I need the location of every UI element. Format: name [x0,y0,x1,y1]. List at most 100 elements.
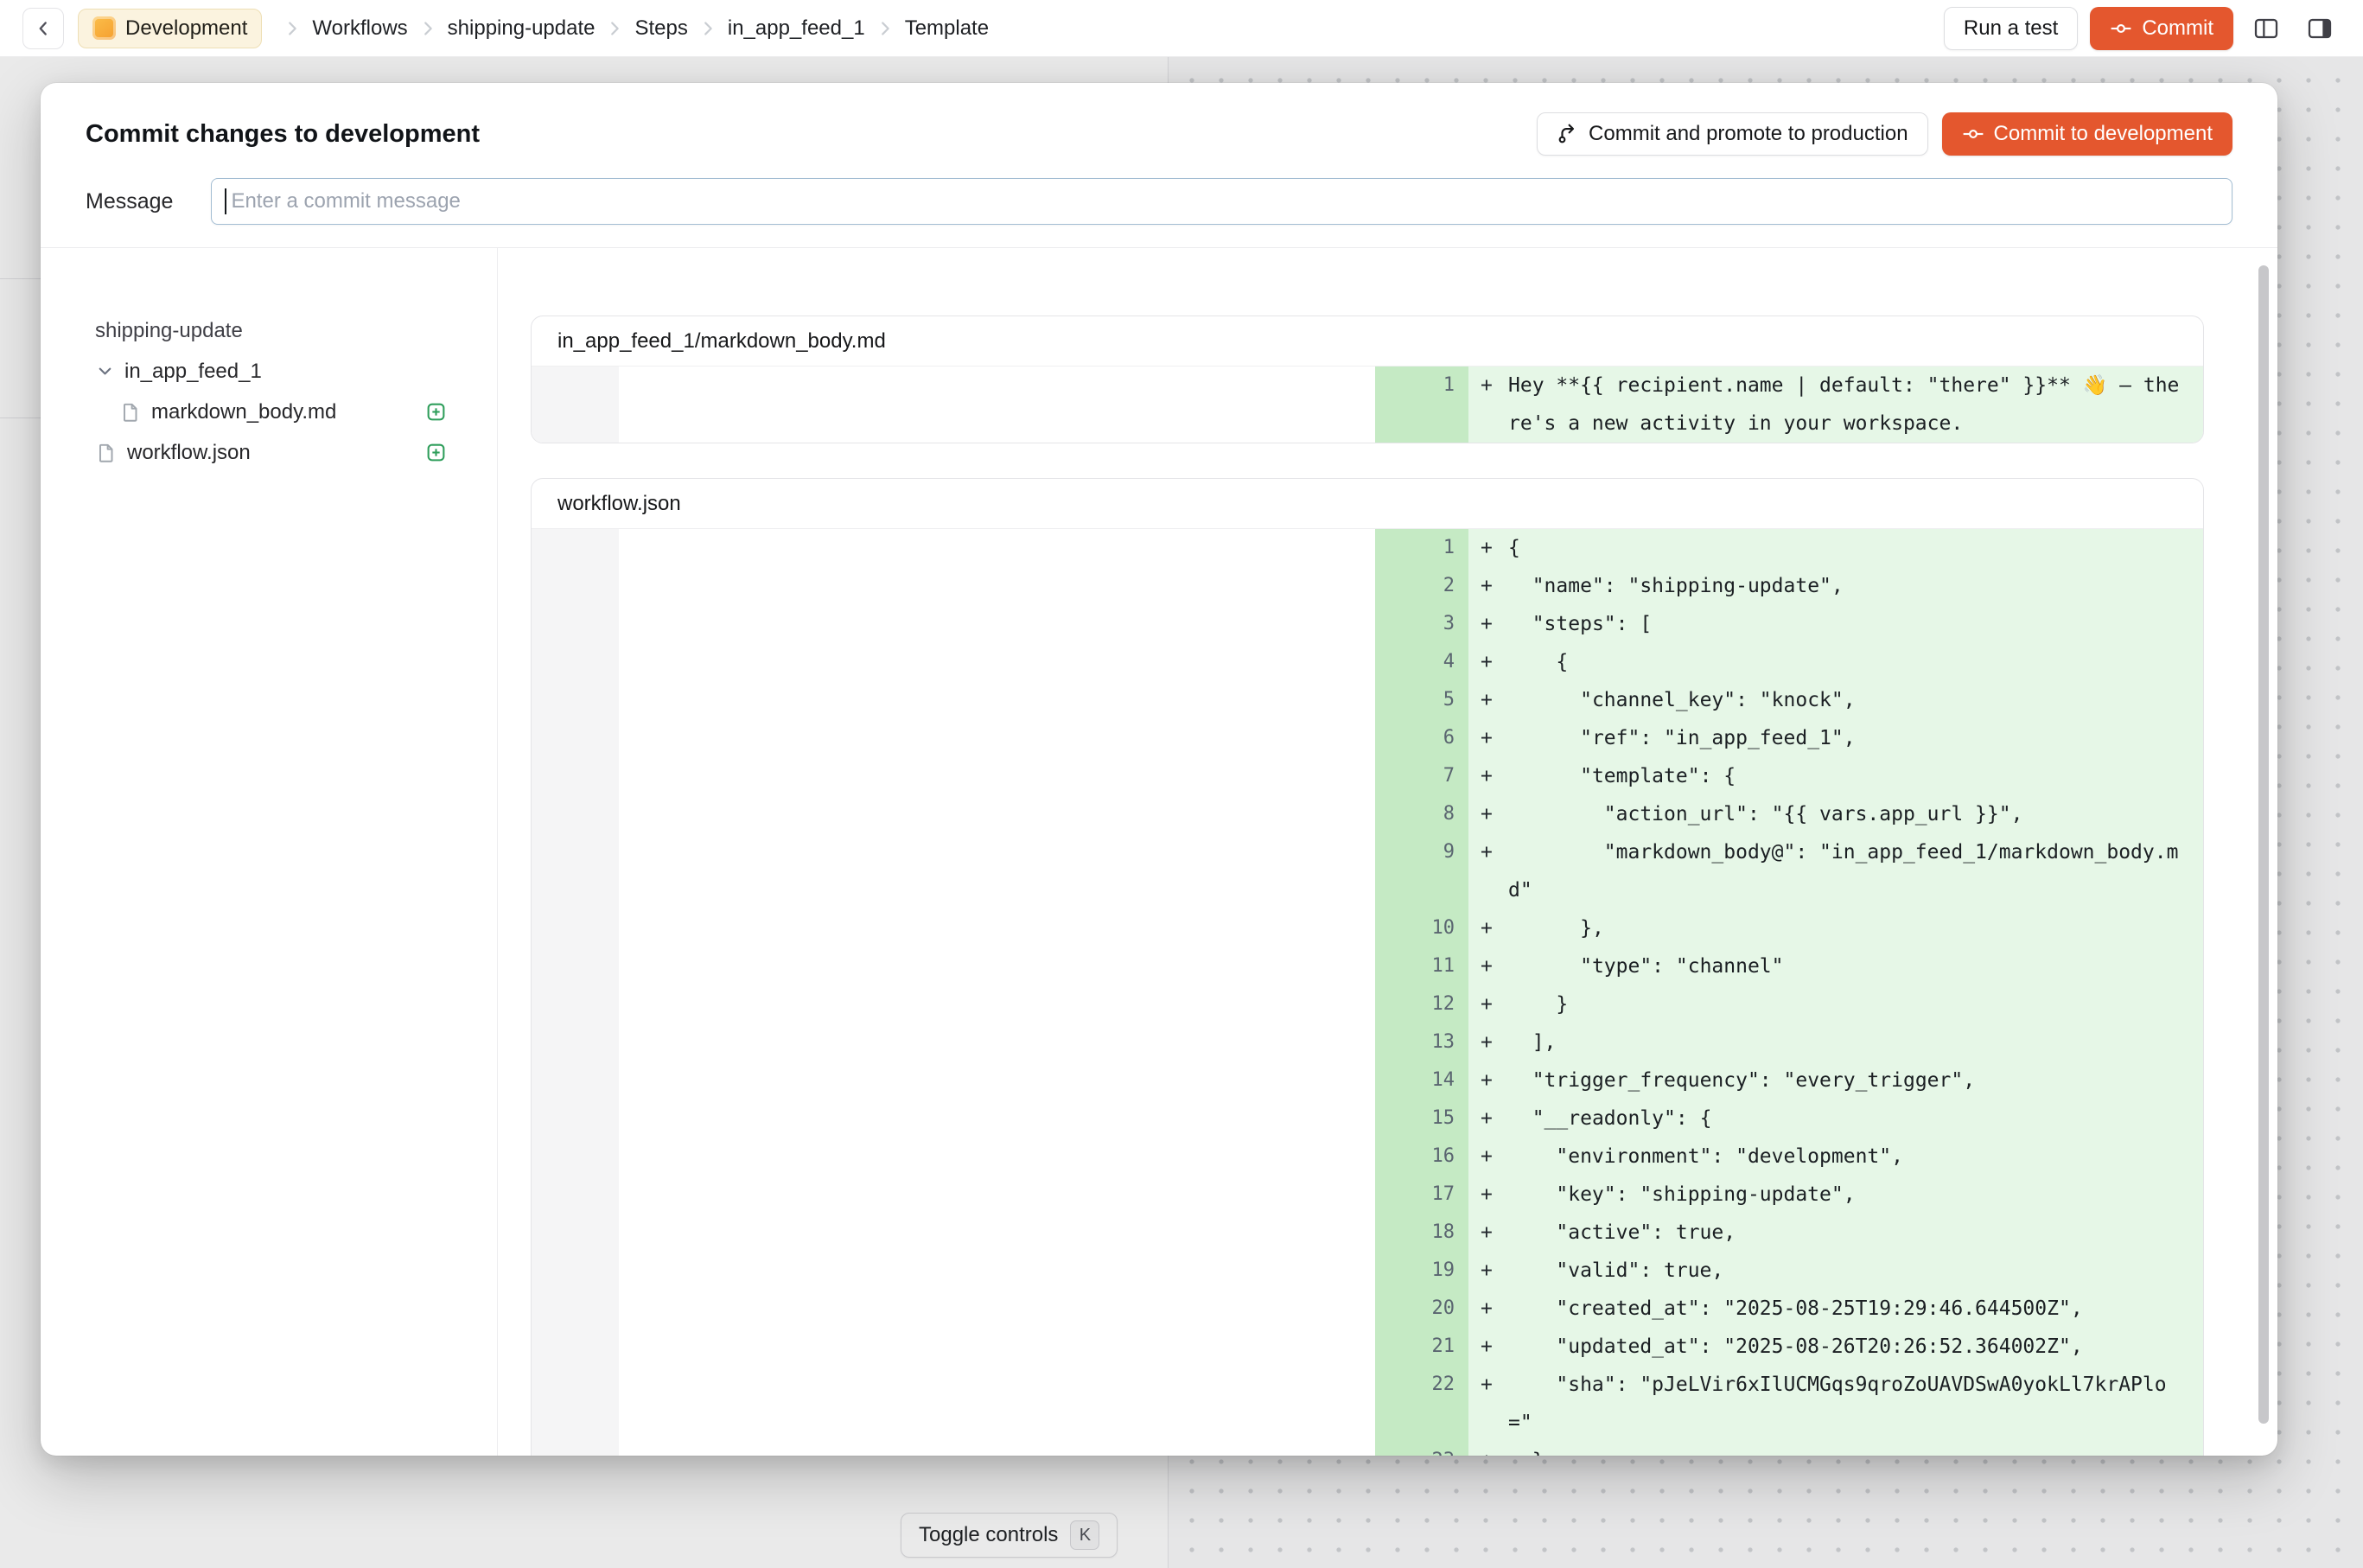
line-number: 14 [1375,1061,1468,1100]
commit-development-label: Commit to development [1994,122,2213,146]
breadcrumb-item[interactable]: Steps [634,16,687,41]
text-caret [225,188,226,214]
old-code-cell [619,605,1375,643]
old-code-cell [619,1328,1375,1366]
old-code-cell [619,1366,1375,1442]
added-code-cell: + } [1468,1442,2203,1456]
tree-root-workflow: shipping-update [95,310,447,351]
commit-message-input[interactable] [211,178,2232,225]
old-code-cell [619,567,1375,605]
line-number: 22 [1375,1366,1468,1442]
added-code-cell: + "trigger_frequency": "every_trigger", [1468,1061,2203,1100]
diff-row: 23+ } [532,1442,2203,1456]
commit-development-button[interactable]: Commit to development [1942,112,2232,156]
diff-code: { [1508,643,2203,681]
commit-button[interactable]: Commit [2090,7,2233,50]
added-code-cell: + "key": "shipping-update", [1468,1176,2203,1214]
diff-sign: + [1468,985,1508,1023]
line-number: 18 [1375,1214,1468,1252]
diff-code: "action_url": "{{ vars.app_url }}", [1508,795,2203,833]
panel-right-toggle[interactable] [2299,8,2341,49]
diff-file-card: workflow.json1+{2+ "name": "shipping-upd… [531,478,2204,1456]
old-line-gutter [532,833,619,909]
panel-left-toggle[interactable] [2245,8,2287,49]
file-icon [119,401,142,424]
back-button[interactable] [22,8,64,49]
diff-added-icon [425,401,447,423]
line-number: 1 [1375,529,1468,567]
diff-sign: + [1468,1138,1508,1176]
old-code-cell [619,1138,1375,1176]
line-number: 16 [1375,1138,1468,1176]
breadcrumb-item[interactable]: shipping-update [448,16,596,41]
old-line-gutter [532,1100,619,1138]
old-code-cell [619,529,1375,567]
tree-item-in-app-feed-1[interactable]: in_app_feed_1 [95,351,447,392]
chevron-right-icon [698,19,717,38]
diff-code: "__readonly": { [1508,1100,2203,1138]
diff-row: 14+ "trigger_frequency": "every_trigger"… [532,1061,2203,1100]
changed-files-panel: shipping-update in_app_feed_1markdown_bo… [41,248,498,1456]
line-number: 19 [1375,1252,1468,1290]
modal-body: shipping-update in_app_feed_1markdown_bo… [41,248,2277,1456]
tree-item-markdown-body-md[interactable]: markdown_body.md [95,392,447,432]
environment-label: Development [125,16,247,41]
breadcrumb-item[interactable]: Template [905,16,989,41]
diff-row: 19+ "valid": true, [532,1252,2203,1290]
diff-sign: + [1468,757,1508,795]
old-code-cell [619,757,1375,795]
diff-row: 4+ { [532,643,2203,681]
diff-row: 15+ "__readonly": { [532,1100,2203,1138]
diff-sign: + [1468,833,1508,871]
diff-code: "ref": "in_app_feed_1", [1508,719,2203,757]
added-code-cell: + "channel_key": "knock", [1468,681,2203,719]
run-test-button[interactable]: Run a test [1944,7,2078,50]
diff-panel: in_app_feed_1/markdown_body.md1+Hey **{{… [498,248,2277,1456]
environment-badge[interactable]: Development [78,9,262,48]
old-line-gutter [532,1366,619,1442]
modal-scrollbar[interactable] [2258,265,2269,1424]
diff-row: 6+ "ref": "in_app_feed_1", [532,719,2203,757]
breadcrumb-item[interactable]: Workflows [312,16,407,41]
old-line-gutter [532,1214,619,1252]
promote-button[interactable]: Commit and promote to production [1537,112,1928,156]
added-code-cell: + "valid": true, [1468,1252,2203,1290]
old-code-cell [619,909,1375,947]
chevron-right-icon [283,19,302,38]
old-line-gutter [532,1328,619,1366]
diff-sign: + [1468,1214,1508,1252]
diff-sign: + [1468,367,1508,405]
modal-header: Commit changes to development Commit and… [41,83,2277,248]
line-number: 12 [1375,985,1468,1023]
tree-item-workflow-json[interactable]: workflow.json [95,432,447,473]
panel-left-icon [2252,15,2280,42]
old-line-gutter [532,567,619,605]
added-code-cell: + "ref": "in_app_feed_1", [1468,719,2203,757]
chevron-right-icon [418,19,437,38]
diff-sign: + [1468,795,1508,833]
breadcrumb-item[interactable]: in_app_feed_1 [728,16,865,41]
old-line-gutter [532,529,619,567]
added-code-cell: + "type": "channel" [1468,947,2203,985]
line-number: 8 [1375,795,1468,833]
old-line-gutter [532,605,619,643]
diff-row: 3+ "steps": [ [532,605,2203,643]
diff-sign: + [1468,1061,1508,1100]
diff-code: "updated_at": "2025-08-26T20:26:52.36400… [1508,1328,2203,1366]
old-code-cell [619,833,1375,909]
diff-sign: + [1468,1252,1508,1290]
added-code-cell: + { [1468,643,2203,681]
old-line-gutter [532,985,619,1023]
commit-button-label: Commit [2142,16,2213,41]
old-code-cell [619,1252,1375,1290]
diff-file-header: in_app_feed_1/markdown_body.md [532,316,2203,367]
diff-sign: + [1468,605,1508,643]
line-number: 21 [1375,1328,1468,1366]
added-code-cell: + "steps": [ [1468,605,2203,643]
diff-code: { [1508,529,2203,567]
old-line-gutter [532,719,619,757]
old-line-gutter [532,947,619,985]
old-line-gutter [532,1252,619,1290]
diff-code: } [1508,985,2203,1023]
line-number: 9 [1375,833,1468,909]
